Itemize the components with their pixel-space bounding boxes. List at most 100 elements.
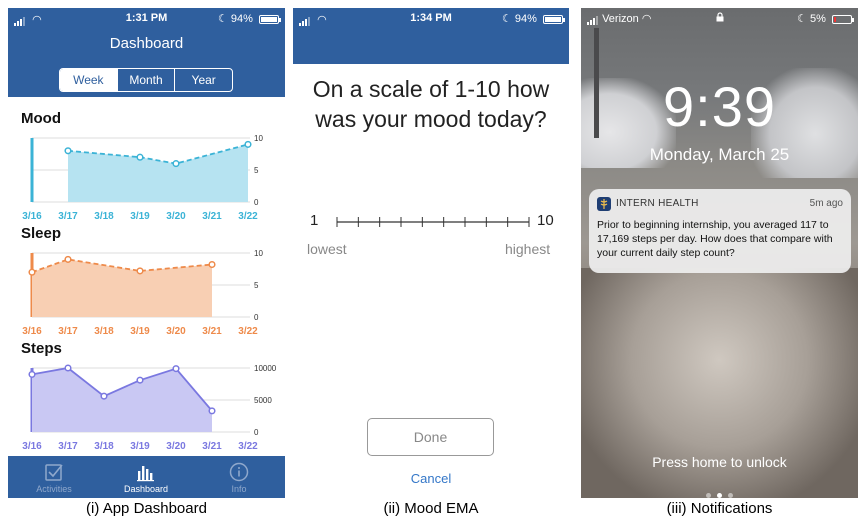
battery-icon [543, 14, 565, 24]
x-tick-label: 3/20 [166, 211, 186, 222]
app-logo-icon [597, 197, 611, 211]
segment-year[interactable]: Year [175, 69, 232, 91]
carrier-name: Verizon [602, 13, 639, 25]
data-point [28, 268, 36, 276]
mood-chart-title: Mood [21, 110, 61, 127]
data-point [208, 260, 216, 269]
dashboard-header: ◠ 1:31 PM ☾ 94% Dashboard Week Month Yea… [8, 8, 285, 97]
y-tick-label: 10 [254, 249, 263, 258]
data-point [208, 407, 216, 415]
status-right: ☾ 94% [501, 12, 565, 25]
status-bar: Verizon ◠ ☾ 5% [581, 8, 858, 28]
today-marker [30, 138, 34, 202]
segment-month[interactable]: Month [118, 69, 176, 91]
series-area [32, 368, 212, 432]
bar-chart-icon [137, 466, 154, 482]
status-bar: ◠ 1:34 PM ☾ 94% [293, 8, 569, 28]
scale-high-caption: highest [505, 241, 551, 257]
tab-label: Dashboard [123, 484, 169, 494]
data-point [136, 267, 144, 275]
notification-time: 5m ago [809, 198, 843, 209]
x-tick-label: 3/21 [202, 211, 222, 222]
x-tick-label: 3/22 [238, 211, 258, 222]
scale-min-label: 1 [310, 212, 319, 229]
x-tick-label: 3/21 [202, 326, 222, 337]
data-point [28, 370, 36, 378]
data-point [136, 376, 144, 384]
tab-activities[interactable]: Activities [8, 456, 100, 498]
x-tick-label: 3/19 [130, 441, 150, 452]
status-right: ☾ 94% [218, 12, 281, 25]
mood-ema-screen: ◠ 1:34 PM ☾ 94% On a scale of 1-10 how w… [293, 8, 569, 498]
scale-low-caption: lowest [307, 241, 347, 257]
notification-body: Prior to beginning internship, you avera… [597, 219, 833, 259]
y-tick-label: 5000 [254, 396, 272, 405]
status-right: ☾ 5% [797, 12, 854, 25]
lock-date: Monday, March 25 [649, 145, 790, 164]
y-tick-label: 0 [254, 313, 259, 322]
mood-chart: 10 5 0 3/16 3/17 3/18 3/19 3/20 3/21 3/22 [22, 134, 263, 222]
tab-dashboard[interactable]: Dashboard [100, 456, 192, 498]
tab-label: Info [231, 484, 247, 494]
x-tick-label: 3/19 [130, 211, 150, 222]
page-indicator [581, 485, 858, 498]
ema-question: On a scale of 1-10 how was your mood tod… [312, 76, 550, 132]
data-point [64, 364, 72, 372]
x-tick-label: 3/20 [166, 326, 186, 337]
data-point [136, 153, 144, 161]
steps-chart-title: Steps [21, 340, 62, 357]
page-dot [717, 493, 722, 498]
sleep-chart-title: Sleep [21, 225, 62, 242]
x-tick-label: 3/16 [22, 326, 42, 337]
battery-icon [832, 14, 854, 24]
x-tick-label: 3/22 [238, 441, 258, 452]
page-dot [706, 493, 711, 498]
steps-chart: 10000 5000 0 3/16 3/17 3/18 3/19 3/20 3/21 3/22 [22, 364, 277, 452]
x-tick-label: 3/18 [94, 211, 114, 222]
page-title: Dashboard [109, 35, 184, 52]
info-icon [229, 462, 249, 482]
data-point [64, 147, 72, 155]
range-segmented-control: Week Month Year [59, 68, 233, 92]
unlock-hint: Press home to unlock [652, 454, 787, 470]
page-dot [728, 493, 733, 498]
scale-max-label: 10 [537, 212, 554, 229]
cancel-link[interactable]: Cancel [293, 471, 569, 486]
tab-info[interactable]: Info [193, 456, 285, 498]
data-point [64, 255, 72, 263]
battery-percent: 5% [810, 13, 826, 25]
moon-icon: ☾ [501, 13, 512, 25]
x-tick-label: 3/17 [58, 441, 78, 452]
battery-percent: 94% [230, 13, 253, 25]
x-tick-label: 3/17 [58, 326, 78, 337]
notification-app-name: INTERN HEALTH [616, 198, 699, 209]
y-tick-label: 5 [254, 281, 259, 290]
data-point [172, 365, 180, 373]
ema-header: ◠ 1:34 PM ☾ 94% [293, 8, 569, 64]
wifi-icon: ◠ [641, 13, 652, 25]
caption-notifications: (iii) Notifications [666, 500, 773, 517]
data-point [244, 140, 252, 148]
caption-dashboard: (i) App Dashboard [86, 500, 207, 517]
x-tick-label: 3/21 [202, 441, 222, 452]
y-tick-label: 0 [254, 198, 259, 207]
lock-clock: 9:39 [663, 75, 776, 138]
caption-mood-ema: (ii) Mood EMA [383, 500, 479, 517]
y-tick-label: 10000 [254, 364, 277, 373]
y-tick-label: 5 [254, 166, 259, 175]
carrier-info: Verizon ◠ [587, 12, 652, 26]
status-bar: ◠ 1:31 PM ☾ 94% [8, 8, 285, 28]
y-tick-label: 0 [254, 428, 259, 437]
lock-icon [716, 12, 724, 22]
mood-scale-slider[interactable] [335, 215, 531, 229]
tab-bar: Activities Dashboard Info [8, 456, 285, 498]
sleep-chart: 10 5 0 3/16 3/17 3/18 3/19 3/20 3/21 3/22 [22, 249, 263, 337]
x-tick-label: 3/19 [130, 326, 150, 337]
done-button[interactable]: Done [367, 418, 494, 456]
segment-week[interactable]: Week [60, 69, 118, 91]
data-point [172, 160, 180, 168]
notification-card[interactable]: INTERN HEALTH 5m ago Prior to beginning … [589, 189, 851, 273]
lock-screen: Verizon ◠ ☾ 5% 9:39 Monday, March 25 INT… [581, 8, 858, 498]
x-tick-label: 3/20 [166, 441, 186, 452]
battery-icon [259, 14, 281, 24]
